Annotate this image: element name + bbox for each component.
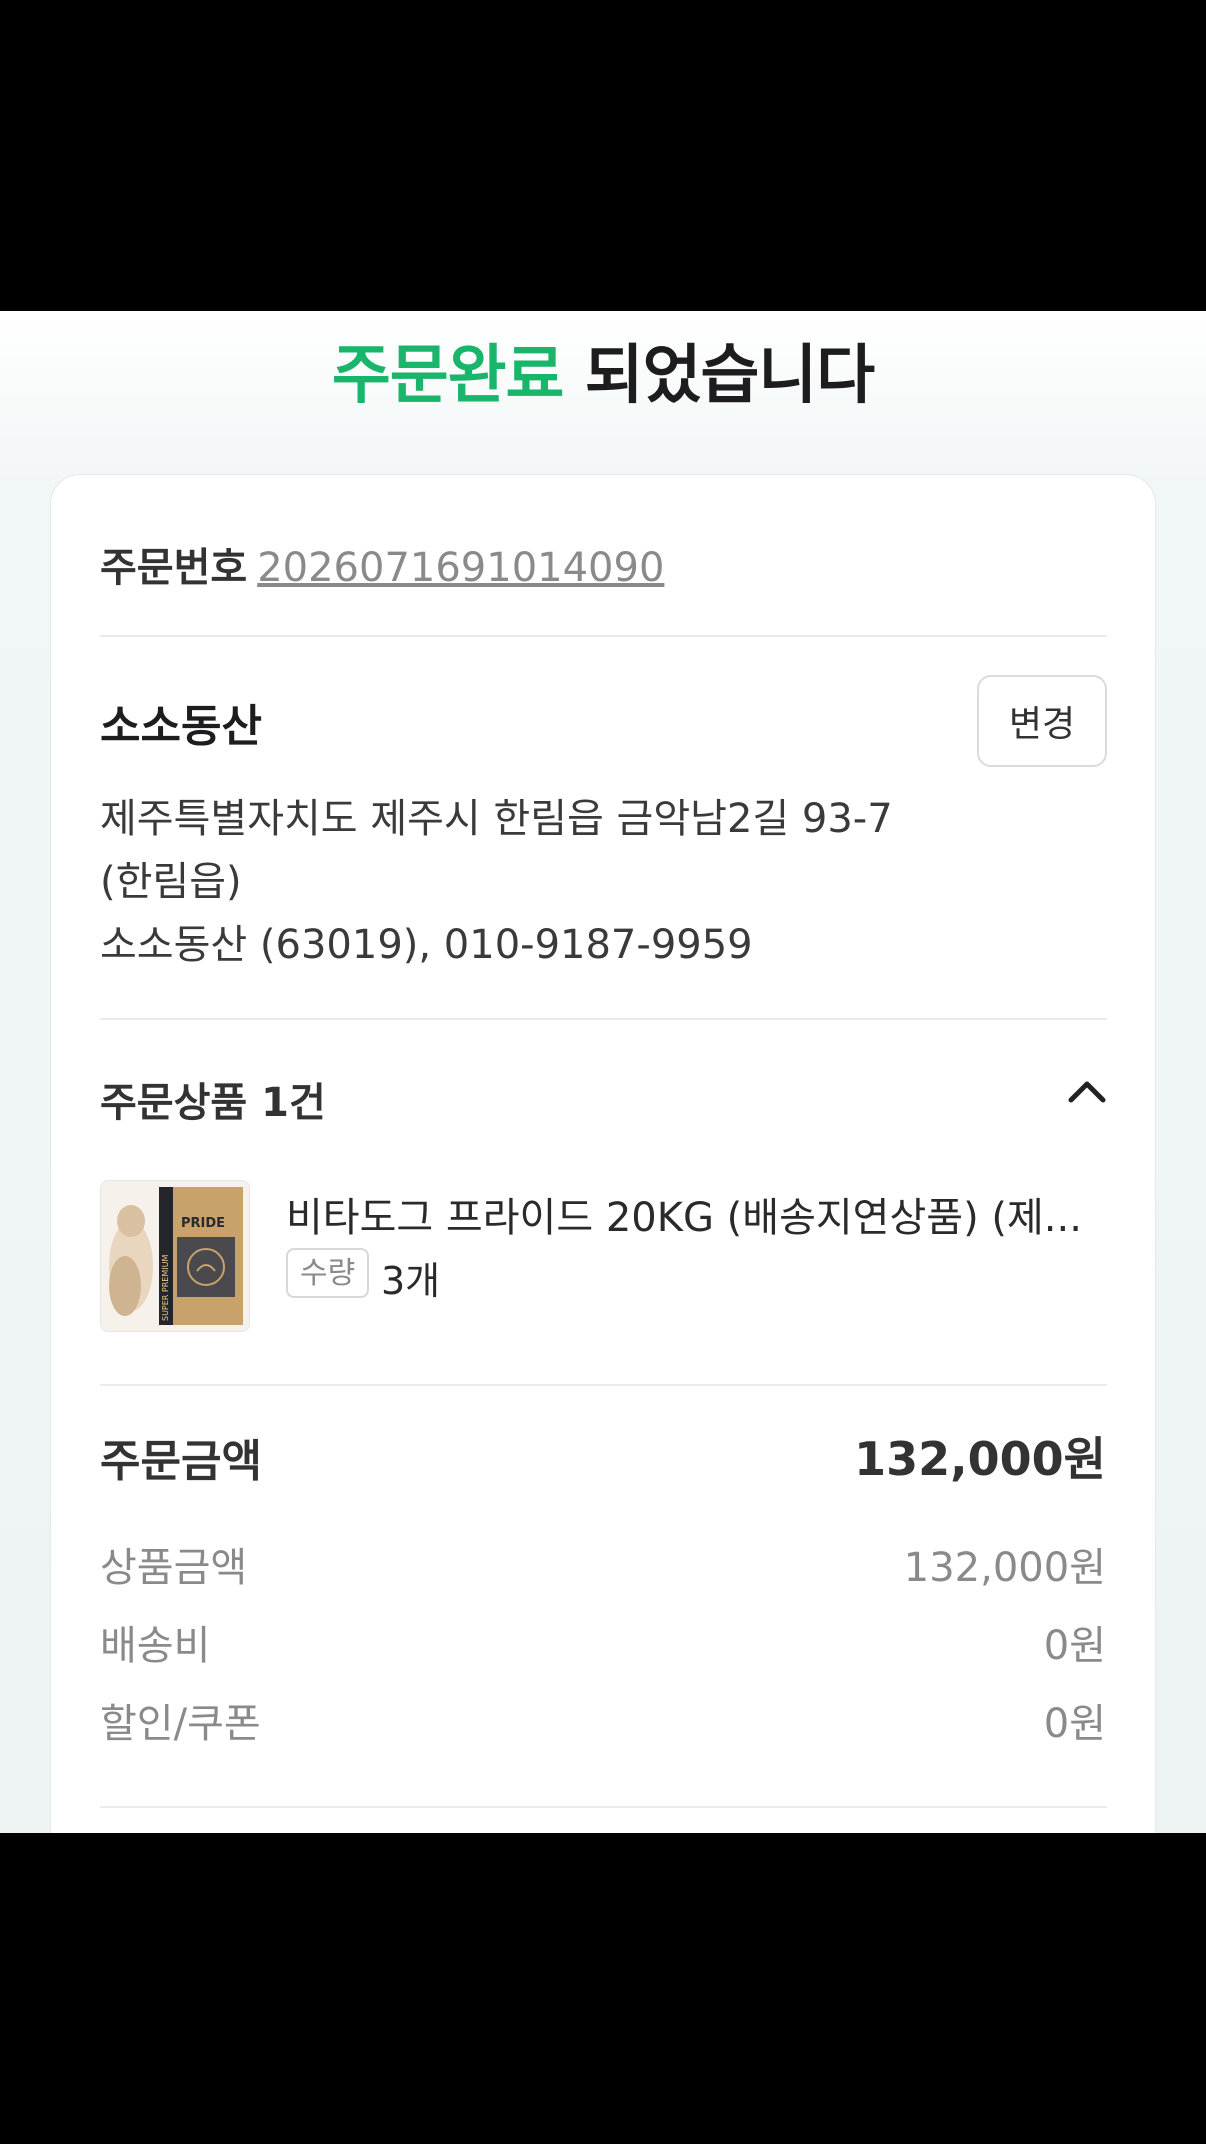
order-number-link[interactable]: 2026071691014090 [257, 545, 664, 591]
quantity-badge: 수량 [286, 1248, 370, 1298]
page-title: 주문완료 되었습니다 [0, 331, 1206, 421]
order-complete-screen: 주문완료 되었습니다 주문번호 2026071691014090 소소동산 변경 … [0, 311, 1206, 1833]
order-total-label: 주문금액 [100, 1436, 262, 1487]
divider [100, 1018, 1107, 1020]
products-section-title: 주문상품 1건 [100, 1080, 326, 1126]
product-image-brand: PRIDE [181, 1216, 225, 1231]
discount-value: 0원 [1043, 1701, 1106, 1747]
order-number-row: 주문번호 2026071691014090 [100, 535, 1107, 593]
discount-label: 할인/쿠폰 [100, 1701, 261, 1747]
page-title-rest: 되었습니다 [563, 339, 875, 413]
recipient-contact: 소소동산 (63019), 010-9187-9959 [100, 922, 753, 968]
product-image-label: SUPER PREMIUM [161, 1255, 170, 1321]
divider [100, 635, 1107, 637]
dog-food-bag-image: PRIDE SUPER PREMIUM [101, 1181, 249, 1331]
address-line: (한림읍) [100, 859, 242, 905]
page-title-accent: 주문완료 [331, 339, 565, 413]
divider [100, 1806, 1107, 1808]
order-total-value: 132,000원 [854, 1432, 1106, 1486]
quantity-value: 3개 [381, 1259, 441, 1303]
product-name[interactable]: 비타도그 프라이드 20KG (배송지연상품) (제... [286, 1185, 1106, 1243]
order-summary-card: 주문번호 2026071691014090 소소동산 변경 제주특별자치도 제주시… [50, 474, 1156, 1833]
shipping-fee-label: 배송비 [100, 1623, 211, 1669]
shipping-fee-value: 0원 [1043, 1623, 1106, 1669]
divider [100, 1384, 1107, 1386]
subtotal-value: 132,000원 [903, 1545, 1106, 1591]
subtotal-label: 상품금액 [100, 1545, 248, 1591]
product-image[interactable]: PRIDE SUPER PREMIUM [100, 1180, 250, 1332]
chevron-up-icon[interactable] [1067, 1072, 1107, 1112]
address-line: 제주특별자치도 제주시 한림읍 금악남2길 93-7 [100, 796, 893, 842]
shipping-address: 제주특별자치도 제주시 한림읍 금악남2길 93-7 (한림읍) 소소동산 (6… [100, 788, 1000, 977]
recipient-name: 소소동산 [100, 701, 262, 752]
change-address-button[interactable]: 변경 [977, 675, 1107, 767]
order-number-label: 주문번호 [100, 545, 248, 591]
